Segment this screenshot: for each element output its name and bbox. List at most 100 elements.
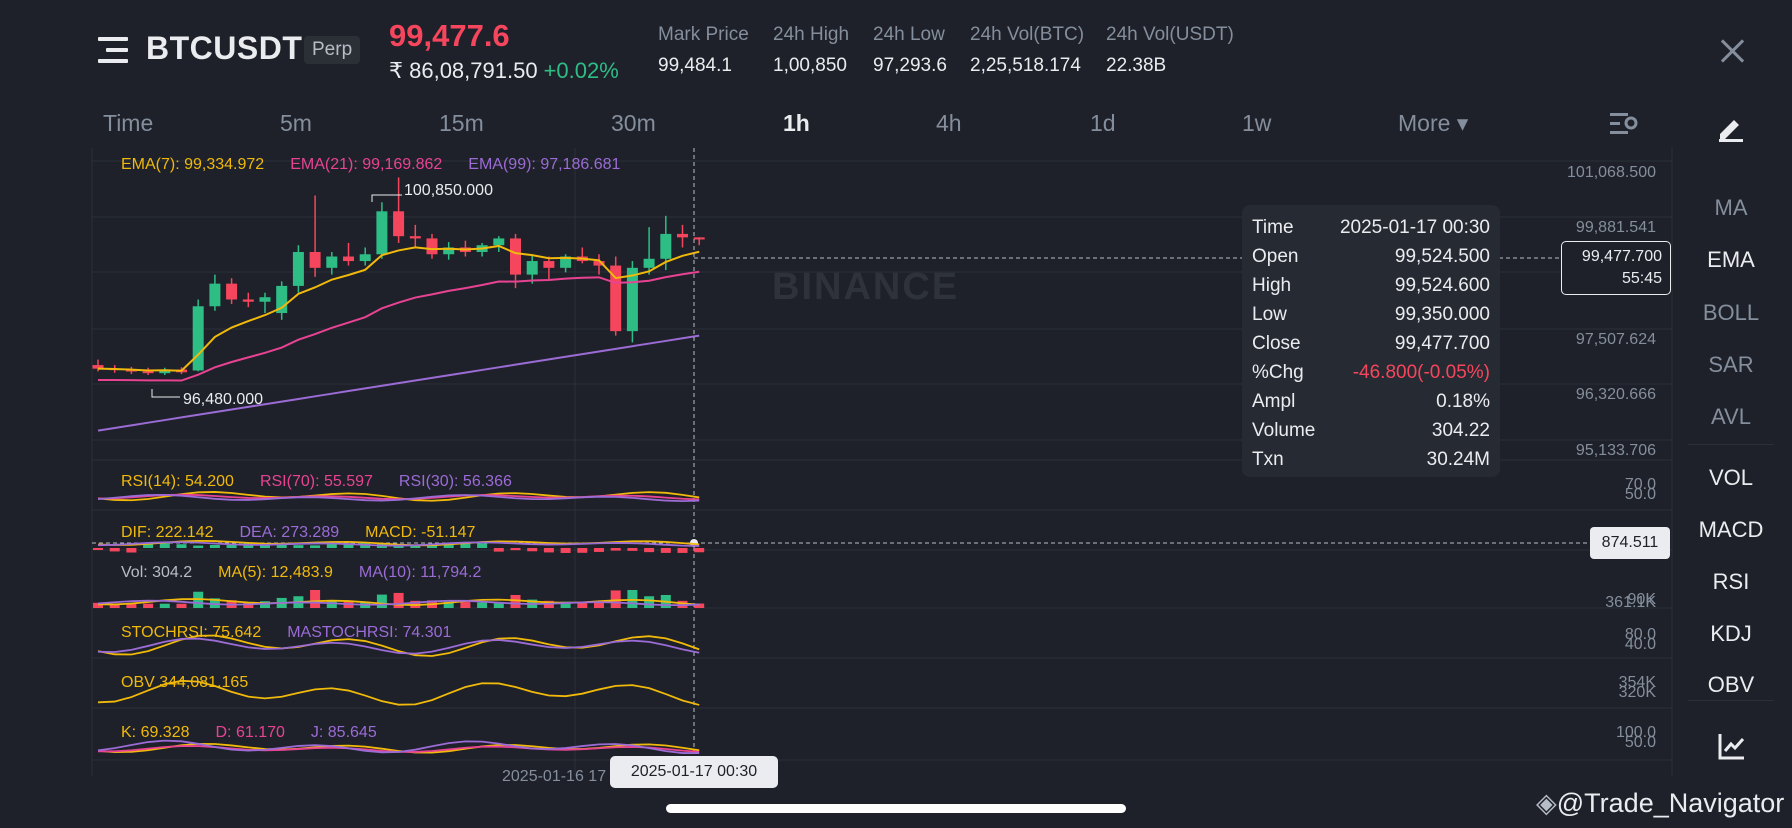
volume-bar [143,603,154,608]
price-axis-label: 97,507.624 [1575,331,1656,348]
macd-bar [527,548,538,552]
candle-body [693,237,705,240]
candle-countdown: 55:45 [1621,270,1662,287]
macd-bar [477,543,488,548]
symbol-name[interactable]: BTCUSDT [146,30,302,67]
tooltip-value: 99,350.000 [1394,304,1490,325]
header-bar: BTCUSDT Perp 99,477.6 ₹ 86,08,791.50 +0.0… [0,0,1792,96]
candle-body [259,297,271,302]
vol-axis-label: 90K [1627,591,1656,608]
stat-mark-price: Mark Price 99,484.1 [658,24,749,77]
rsi30-legend: RSI(30): 56.366 [398,473,512,490]
stat-value: 97,293.6 [873,55,947,76]
ema7-line [97,244,700,372]
kdj-legend: K: 69.328 D: 61.170 J: 85.645 [121,724,403,742]
stoch-axis-label: 40.0 [1624,636,1656,653]
tooltip-row: Txn 30.24M [1252,445,1490,474]
binance-watermark: BINANCE [772,266,960,308]
tooltip-value: 2025-01-17 00:30 [1339,217,1490,238]
indicator-boll[interactable]: BOLL [1676,300,1786,326]
candle-body [393,211,405,237]
kdj-d-legend: D: 61.170 [215,724,285,741]
candle-body [660,233,672,259]
stat-value: 99,484.1 [658,55,732,76]
chart-type-icon[interactable] [1718,732,1746,760]
macd-bar [510,548,521,551]
macd-bar [126,548,137,553]
volume-bar [644,596,655,608]
candle-body [242,299,254,302]
indicator-vol[interactable]: VOL [1676,465,1786,491]
tab-4h[interactable]: 4h [936,110,962,137]
tooltip-key: %Chg [1252,362,1304,383]
close-icon[interactable] [1716,34,1748,66]
ema7-legend: EMA(7): 99,334.972 [121,156,265,173]
tab-1d[interactable]: 1d [1090,110,1116,137]
indicator-avl[interactable]: AVL [1676,404,1786,430]
tooltip-row: Close 99,477.700 [1252,329,1490,358]
volume-bar [376,594,387,608]
inr-price-value: ₹ 86,08,791.50 [389,58,538,83]
home-indicator[interactable] [666,804,1126,813]
chart-settings-icon[interactable] [1610,110,1638,136]
tooltip-value: 0.18% [1436,391,1490,412]
tab-time[interactable]: Time [103,110,153,137]
draw-pencil-icon[interactable] [1716,112,1746,142]
stat-label: 24h Vol(USDT) [1106,24,1234,45]
macd-bar [644,548,655,553]
obv-value-legend: OBV 344,081.165 [121,674,249,691]
volume-bar [159,603,170,608]
tab-more[interactable]: More ▾ [1398,110,1468,137]
indicator-sar[interactable]: SAR [1676,352,1786,378]
indicator-macd[interactable]: MACD [1676,517,1786,543]
indicator-kdj[interactable]: KDJ [1676,621,1786,647]
stochrsi-value-legend: STOCHRSI: 75.642 [121,624,262,641]
candle-body [292,252,304,286]
volume-bar [460,602,471,608]
tooltip-row: Low 99,350.000 [1252,300,1490,329]
macd-bar [310,545,321,548]
tooltip-key: Open [1252,246,1299,267]
tooltip-key: Low [1252,304,1287,325]
tab-30m[interactable]: 30m [611,110,656,137]
tooltip-row: Ampl 0.18% [1252,387,1490,416]
low-connector [151,389,180,398]
candle-body [626,267,638,332]
vol-value-legend: Vol: 304.2 [121,564,193,581]
vol-ma10-legend: MA(10): 11,794.2 [358,564,482,581]
indicator-rsi[interactable]: RSI [1676,569,1786,595]
time-axis-label: 2025-01-16 17 [502,768,607,785]
indicator-ma[interactable]: MA [1676,195,1786,221]
stat-24h-low: 24h Low 97,293.6 [873,24,947,77]
macd-bar [594,548,604,552]
stat-value: 1,00,850 [773,55,847,76]
last-price: 99,477.6 [389,18,510,53]
tooltip-row: %Chg -46.800(-0.05%) [1252,358,1490,387]
macd-legend: DIF: 222.142 DEA: 273.289 MACD: -51.147 [121,524,501,542]
indicator-obv[interactable]: OBV [1676,672,1786,692]
tab-5m[interactable]: 5m [280,110,312,137]
volume-bar [310,590,321,608]
tab-15m[interactable]: 15m [439,110,484,137]
tooltip-key: Ampl [1252,391,1296,412]
candle-body [677,233,688,238]
indicator-ema[interactable]: EMA [1676,247,1786,273]
tab-1w[interactable]: 1w [1242,110,1271,137]
ema21-legend: EMA(21): 99,169.862 [290,156,443,173]
stat-24h-vol-btc: 24h Vol(BTC) 2,25,518.174 [970,24,1084,77]
stat-label: 24h Vol(BTC) [970,24,1085,45]
price-change-pct: +0.02% [543,58,619,83]
crosshair-value-marker: 874.511 [1590,527,1670,559]
macd-bar [660,548,671,553]
menu-icon[interactable] [98,34,130,66]
candle-body [226,283,238,300]
tooltip-key: High [1252,275,1292,296]
tab-1h[interactable]: 1h [783,110,810,137]
current-price-marker: 99,477.700 55:45 [1561,241,1671,295]
crosshair-time-marker: 2025-01-17 00:30 [610,756,778,788]
kdj-j-legend: J: 85.645 [310,724,377,741]
candle-tooltip: Time 2025-01-17 00:30 Open 99,524.500 High… [1242,205,1500,477]
macd-bar [109,548,120,552]
volume-bar [610,590,621,608]
stat-value: 22.38B [1106,55,1167,76]
